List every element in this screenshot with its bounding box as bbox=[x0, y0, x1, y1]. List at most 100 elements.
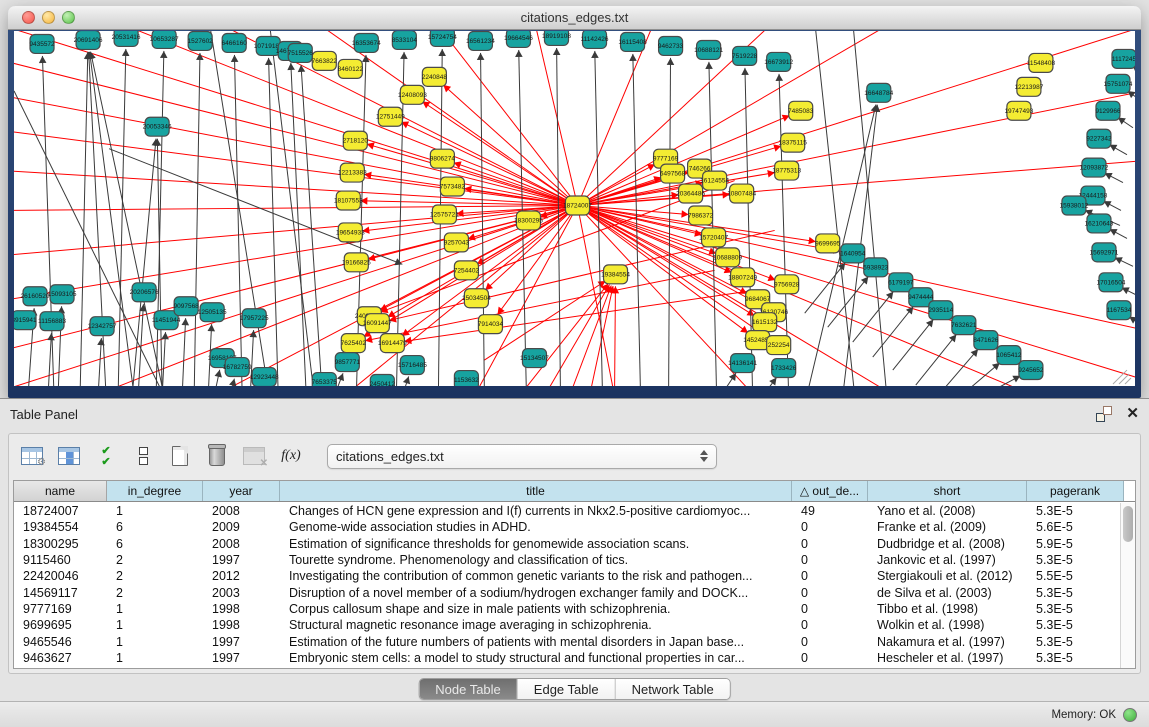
graph-node[interactable]: 7485083 bbox=[788, 101, 814, 120]
row-height-icon[interactable] bbox=[130, 444, 156, 468]
graph-node[interactable]: 18919108 bbox=[542, 31, 571, 45]
graph-node[interactable]: 9462733 bbox=[658, 36, 684, 55]
graph-node[interactable]: 20531416 bbox=[112, 31, 141, 46]
graph-node[interactable]: 16115408 bbox=[618, 32, 647, 51]
graph-node[interactable]: 16673912 bbox=[764, 52, 793, 71]
graph-node[interactable]: 9257043 bbox=[444, 233, 470, 252]
graph-node[interactable]: 15720407 bbox=[699, 228, 728, 247]
graph-node[interactable]: 15751074 bbox=[1104, 74, 1133, 93]
graph-node[interactable]: 2718120 bbox=[343, 131, 369, 150]
close-panel-icon[interactable]: ✕ bbox=[1126, 407, 1139, 421]
graph-node[interactable]: 16353674 bbox=[352, 33, 381, 52]
graph-node[interactable]: 9129966 bbox=[1095, 101, 1121, 120]
graph-node[interactable]: 10688809 bbox=[713, 248, 742, 267]
column-header-short[interactable]: short bbox=[868, 481, 1027, 501]
graph-node[interactable]: 12751449 bbox=[376, 107, 405, 126]
column-select-icon[interactable] bbox=[56, 444, 82, 468]
memory-status-icon[interactable] bbox=[1123, 708, 1137, 722]
new-table-icon[interactable] bbox=[167, 444, 193, 468]
table-row[interactable]: 969969511998Structural magnetic resonanc… bbox=[14, 617, 1120, 633]
graph-node[interactable]: 10688121 bbox=[694, 40, 723, 59]
graph-node[interactable]: 16648784 bbox=[864, 83, 893, 102]
graph-node[interactable]: 1117245 bbox=[1112, 49, 1135, 68]
graph-node[interactable]: 12408093 bbox=[398, 85, 427, 104]
graph-node[interactable]: 18724007 bbox=[563, 196, 592, 215]
graph-node[interactable]: 1640954 bbox=[840, 244, 866, 263]
graph-node[interactable]: 18375115 bbox=[778, 133, 807, 152]
scrollbar-thumb[interactable] bbox=[1123, 506, 1133, 542]
graph-node[interactable]: 12342757 bbox=[88, 317, 117, 336]
graph-node[interactable]: 20053346 bbox=[143, 117, 172, 136]
graph-node[interactable]: 7625402 bbox=[341, 334, 367, 353]
graph-node[interactable]: 17016504 bbox=[1097, 273, 1126, 292]
delete-entries-icon[interactable] bbox=[204, 444, 230, 468]
table-row[interactable]: 946554611997Estimation of the future num… bbox=[14, 633, 1120, 649]
graph-node[interactable]: 18300295 bbox=[514, 211, 543, 230]
graph-node[interactable]: 10807484 bbox=[727, 184, 756, 203]
graph-node[interactable]: 9806274 bbox=[430, 149, 456, 168]
graph-node[interactable]: 17957225 bbox=[240, 309, 269, 328]
graph-node[interactable]: 12505135 bbox=[198, 303, 227, 322]
graph-node[interactable]: 9097568 bbox=[174, 297, 200, 316]
table-selector-dropdown[interactable]: citations_edges.txt bbox=[327, 444, 717, 469]
graph-node[interactable]: 16124554 bbox=[700, 171, 729, 190]
graph-node[interactable]: 7254402 bbox=[454, 261, 480, 280]
graph-node[interactable]: 15716485 bbox=[398, 356, 427, 375]
column-header-out_degree[interactable]: △ out_de... bbox=[792, 481, 868, 501]
graph-node[interactable]: 16782759 bbox=[223, 358, 252, 377]
table-row[interactable]: 1938455462009Genome-wide association stu… bbox=[14, 519, 1120, 535]
graph-node[interactable]: 15034504 bbox=[462, 289, 491, 308]
table-row[interactable]: 977716911998Corpus callosum shape and si… bbox=[14, 601, 1120, 617]
table-scrollbar[interactable] bbox=[1120, 503, 1135, 668]
graph-node[interactable]: 12923448 bbox=[250, 368, 279, 386]
close-button-icon[interactable] bbox=[22, 11, 35, 24]
graph-node[interactable]: 19747493 bbox=[1004, 101, 1033, 120]
graph-node[interactable]: 20364486 bbox=[676, 184, 705, 203]
graph-node[interactable]: 11142426 bbox=[581, 31, 609, 48]
graph-node[interactable]: 9245652 bbox=[1018, 361, 1044, 380]
graph-node[interactable]: 26160520 bbox=[21, 287, 50, 306]
graph-node[interactable]: 3915941 bbox=[14, 311, 37, 330]
graph-node[interactable]: 19384554 bbox=[601, 265, 630, 284]
tab-network-table[interactable]: Network Table bbox=[616, 679, 730, 699]
tab-edge-table[interactable]: Edge Table bbox=[518, 679, 616, 699]
graph-node[interactable]: 2450412 bbox=[370, 375, 396, 386]
column-header-title[interactable]: title bbox=[280, 481, 792, 501]
graph-node[interactable]: 9435572 bbox=[29, 34, 55, 53]
table-row[interactable]: 1872400712008Changes of HCN gene express… bbox=[14, 503, 1120, 519]
graph-node[interactable]: 20691406 bbox=[74, 31, 103, 49]
window-titlebar[interactable]: citations_edges.txt bbox=[8, 6, 1141, 30]
graph-node[interactable]: 8471626 bbox=[973, 331, 999, 350]
graph-node[interactable]: 11156883 bbox=[38, 312, 66, 331]
graph-node[interactable]: 6497568 bbox=[660, 164, 686, 183]
graph-node[interactable]: 12213383 bbox=[338, 163, 367, 182]
graph-node[interactable]: 15724754 bbox=[428, 31, 457, 46]
graph-node[interactable]: 12575721 bbox=[430, 205, 459, 224]
graph-node[interactable]: 7914034 bbox=[478, 315, 504, 334]
graph-node[interactable]: 11548408 bbox=[1027, 53, 1056, 72]
graph-node[interactable]: 9227342 bbox=[1086, 129, 1112, 148]
graph-node[interactable]: 12093872 bbox=[1080, 158, 1109, 177]
graph-node[interactable]: 10653287 bbox=[150, 31, 179, 48]
network-canvas[interactable]: 1872400719384554183002959777169649756874… bbox=[14, 31, 1135, 386]
graph-node[interactable]: 18107553 bbox=[334, 191, 363, 210]
graph-node[interactable]: 2935114 bbox=[928, 301, 953, 320]
graph-node[interactable]: 7519228 bbox=[732, 46, 758, 65]
graph-node[interactable]: 14136141 bbox=[728, 354, 757, 373]
graph-node[interactable]: 7573482 bbox=[440, 177, 466, 196]
graph-node[interactable]: 5938923 bbox=[863, 258, 889, 277]
graph-node[interactable]: 7515526 bbox=[288, 43, 314, 62]
graph-node[interactable]: 1527602 bbox=[188, 31, 214, 50]
graph-node[interactable]: 1167534 bbox=[1107, 301, 1132, 320]
graph-node[interactable]: 9756928 bbox=[774, 275, 800, 294]
graph-node[interactable]: 1733426 bbox=[771, 359, 797, 378]
graph-node[interactable]: 19654933 bbox=[336, 223, 365, 242]
graph-node[interactable]: 9699695 bbox=[815, 234, 841, 253]
graph-node[interactable]: 7986372 bbox=[688, 206, 714, 225]
graph-node[interactable]: 15134507 bbox=[520, 349, 549, 368]
graph-node[interactable]: 20206576 bbox=[130, 283, 159, 302]
minimize-button-icon[interactable] bbox=[42, 11, 55, 24]
graph-node[interactable]: 19664546 bbox=[504, 31, 533, 47]
graph-node[interactable]: 8460122 bbox=[338, 59, 364, 78]
graph-node[interactable]: 18807249 bbox=[728, 268, 757, 287]
